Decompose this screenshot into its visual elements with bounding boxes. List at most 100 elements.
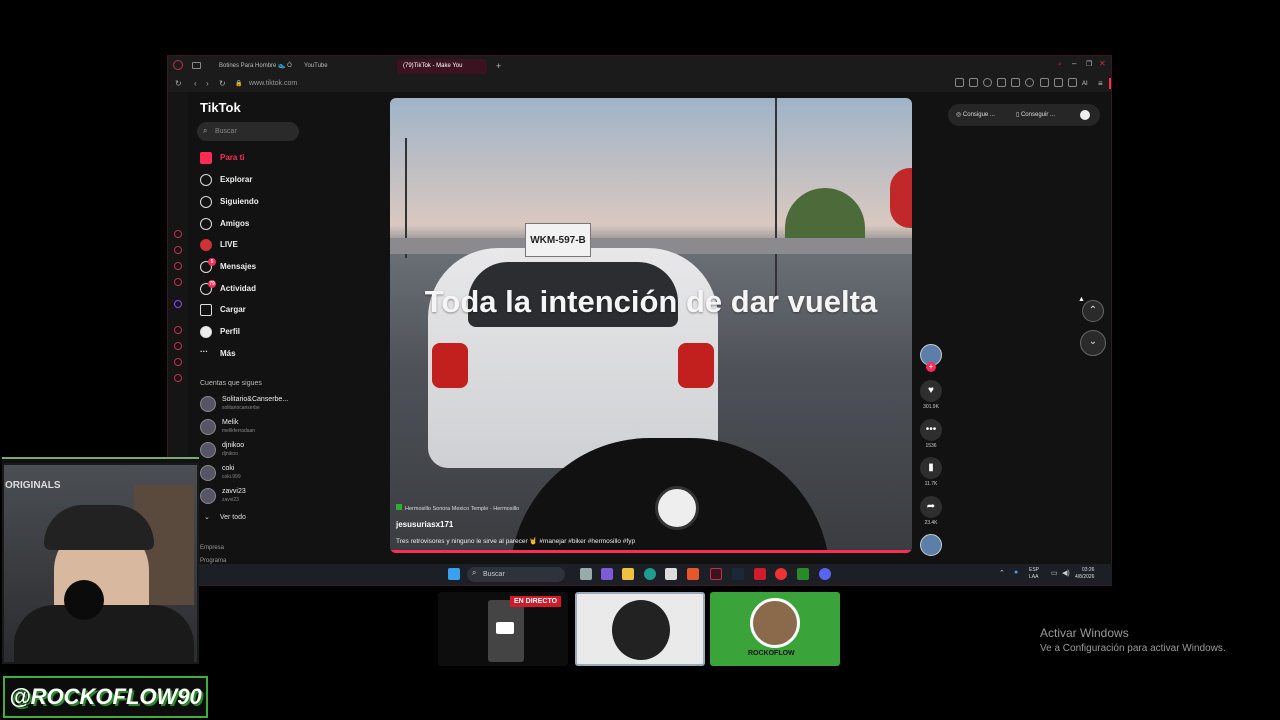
discord-icon[interactable]	[819, 568, 831, 580]
next-video-button[interactable]: ⌄	[1080, 330, 1106, 356]
maximize-icon[interactable]: ❐	[1086, 60, 1092, 68]
following-account[interactable]: Melik melikferradaan	[200, 417, 310, 439]
search-input[interactable]: Buscar	[197, 122, 299, 141]
app-icon[interactable]	[797, 568, 809, 580]
network-icon[interactable]: ▭	[1051, 569, 1058, 577]
sidebar-accent	[1109, 78, 1111, 89]
file-explorer-icon[interactable]	[622, 568, 634, 580]
new-tab-button[interactable]: +	[490, 59, 504, 74]
nav-para-ti[interactable]: Para ti	[200, 148, 244, 168]
following-account[interactable]: djnikoo djnikoo	[200, 440, 310, 462]
url-field[interactable]: www.tiktok.com	[249, 76, 297, 92]
sidebar-app-icon[interactable]	[174, 278, 182, 286]
creator-avatar[interactable]: +	[918, 344, 944, 372]
nav-siguiendo[interactable]: Siguiendo	[200, 192, 259, 212]
reload-icon[interactable]: ↻	[219, 76, 226, 92]
nav-amigos[interactable]: Amigos	[200, 214, 249, 234]
edge-icon[interactable]	[644, 568, 656, 580]
heart-icon[interactable]	[1025, 78, 1034, 87]
taskbar-clock[interactable]: 03:26 4/8/2026	[1075, 567, 1094, 581]
tray-app-icon[interactable]: ●	[1014, 569, 1018, 576]
volume-icon[interactable]: ◀)	[1062, 569, 1070, 577]
lock-icon[interactable]: 🔒	[235, 76, 242, 92]
sidebar-app-icon[interactable]	[174, 326, 182, 334]
app-icon[interactable]	[754, 568, 766, 580]
chevron-up-icon[interactable]: ⌃	[999, 569, 1005, 577]
following-account[interactable]: coki coki.999	[200, 463, 310, 485]
tab-tiktok[interactable]: (79)TikTok - Make You	[397, 59, 487, 74]
nav-cargar[interactable]: Cargar	[200, 300, 246, 320]
taskbar-search[interactable]: Buscar	[467, 567, 565, 582]
nav-explorar[interactable]: Explorar	[200, 170, 252, 190]
tab-botines[interactable]: Botines Para Hombre 👟 Ó	[213, 59, 295, 74]
video-player[interactable]: WKM-597-B Toda la intención de dar vuelt…	[390, 98, 912, 553]
extension-item-1[interactable]: ◎ Consigue ...	[956, 104, 995, 126]
share-icon: ➦	[920, 496, 942, 518]
extensions-icon[interactable]	[1040, 78, 1049, 87]
nav-perfil[interactable]: Perfil	[200, 322, 240, 342]
steam-icon[interactable]	[732, 568, 744, 580]
share-button[interactable]: ➦ 23.4K	[918, 496, 944, 526]
profile-icon	[200, 326, 212, 338]
stream-thumbnail[interactable]	[575, 592, 705, 666]
tab-youtube[interactable]: YouTube	[298, 59, 388, 74]
opera-logo-icon[interactable]	[173, 60, 183, 70]
nav-live[interactable]: LIVE	[200, 235, 238, 255]
minimize-icon[interactable]: –	[1072, 59, 1076, 68]
license-plate: WKM-597-B	[525, 223, 591, 257]
sidebar-app-icon[interactable]	[174, 246, 182, 254]
widgets-icon[interactable]	[601, 568, 613, 580]
nav-mas[interactable]: ··· Más	[200, 344, 236, 364]
following-account[interactable]: Solitario&Canserbe... solitariocanserbe	[200, 394, 310, 416]
brave-icon[interactable]	[687, 568, 699, 580]
menu-icon[interactable]: ≡	[1098, 76, 1103, 92]
follow-plus-icon[interactable]: +	[926, 362, 936, 372]
task-view-icon[interactable]	[580, 568, 592, 580]
sidebar-app-icon[interactable]	[174, 230, 182, 238]
translate-icon[interactable]	[997, 78, 1006, 87]
back-icon[interactable]: ‹	[194, 76, 197, 92]
stream-thumbnail[interactable]: EN DIRECTO	[438, 592, 568, 666]
extension-item-2[interactable]: ▯ Conseguir ...	[1016, 104, 1055, 126]
nav-actividad[interactable]: 79 Actividad	[200, 279, 256, 299]
comment-count: 1536	[925, 443, 937, 449]
tabs-icon[interactable]	[192, 62, 201, 69]
toggle-icon[interactable]	[1080, 110, 1090, 120]
nav-mensajes[interactable]: 5 Mensajes	[200, 257, 256, 277]
language-indicator[interactable]: ESP LAA	[1029, 567, 1039, 581]
sidebar-app-icon[interactable]	[174, 342, 182, 350]
video-progress-bar[interactable]	[390, 550, 912, 553]
live-icon	[200, 239, 212, 251]
forward-icon[interactable]: ›	[206, 76, 209, 92]
video-location[interactable]: Hermosillo Sonora Mexico Temple · Hermos…	[396, 504, 519, 512]
comment-button[interactable]: ••• 1536	[918, 419, 944, 449]
play-icon[interactable]	[1011, 78, 1020, 87]
twitch-icon[interactable]	[174, 300, 182, 308]
following-account[interactable]: zavvi23 zavvi23	[200, 486, 310, 508]
like-button[interactable]: ♥ 301.9K	[918, 380, 944, 410]
snapshot-icon[interactable]	[969, 78, 978, 87]
ai-button[interactable]: AI	[1082, 76, 1088, 92]
start-icon[interactable]	[448, 568, 460, 580]
app-icon[interactable]	[775, 568, 787, 580]
sidebar-app-icon[interactable]	[174, 374, 182, 382]
previous-video-button[interactable]: ⌃	[1082, 300, 1104, 322]
close-icon[interactable]: ✕	[1099, 59, 1106, 68]
reload-small-icon[interactable]: ↻	[175, 76, 182, 92]
see-all-link[interactable]: ⌄ Ver todo	[204, 513, 246, 521]
store-icon[interactable]	[665, 568, 677, 580]
tiktok-logo[interactable]: TikTok	[200, 100, 241, 115]
bookmark-icon[interactable]	[955, 78, 964, 87]
opera-icon[interactable]	[710, 568, 722, 580]
sidebar-app-icon[interactable]	[174, 358, 182, 366]
footer-link[interactable]: Empresa	[200, 545, 224, 551]
music-disc[interactable]	[918, 534, 944, 556]
sidebar-app-icon[interactable]	[174, 262, 182, 270]
shield-icon[interactable]	[983, 78, 992, 87]
save-button[interactable]: ▮ 11.7K	[918, 457, 944, 487]
stream-thumbnail[interactable]: ROCKOFLOW	[710, 592, 840, 666]
video-author[interactable]: jesusuriasx171	[396, 520, 453, 529]
search-tabs-icon[interactable]: ⌕	[1058, 61, 1062, 69]
wallet-icon[interactable]	[1054, 78, 1063, 87]
download-icon[interactable]	[1068, 78, 1077, 87]
